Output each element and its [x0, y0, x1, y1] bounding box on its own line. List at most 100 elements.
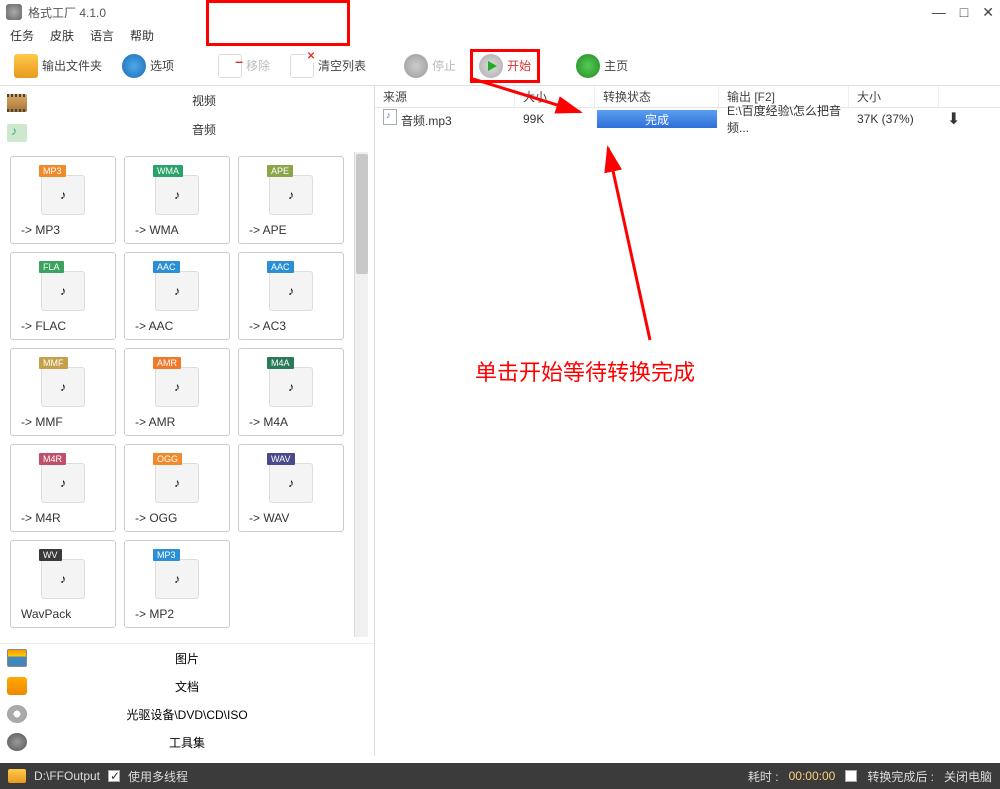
option-button[interactable]: 选项: [116, 51, 180, 81]
format-tile-wavpack[interactable]: WV♪WavPack: [10, 540, 116, 628]
col-size2[interactable]: 大小: [849, 86, 939, 107]
format-tile-ac3[interactable]: AAC♪-> AC3: [238, 252, 344, 340]
home-button[interactable]: 主页: [570, 51, 634, 81]
format-tile-mp2[interactable]: MP3♪-> MP2: [124, 540, 230, 628]
document-icon: [7, 677, 27, 695]
format-tile-wav[interactable]: WAV♪-> WAV: [238, 444, 344, 532]
format-tile-icon: ♪: [41, 271, 85, 311]
workspace: 视频 音频 MP3♪-> MP3WMA♪-> WMAAPE♪-> APEFLA♪…: [0, 86, 1000, 756]
tools-label: 工具集: [34, 734, 374, 751]
category-picture[interactable]: 图片: [0, 644, 374, 672]
category-disc[interactable]: 光驱设备\DVD\CD\ISO: [0, 700, 374, 728]
menu-language[interactable]: 语言: [90, 27, 114, 44]
format-tile-label: -> M4A: [239, 415, 288, 429]
folder-icon: [14, 54, 38, 78]
scrollbar-thumb[interactable]: [356, 154, 368, 274]
elapsed-label: 耗时 :: [748, 768, 779, 785]
minimize-button[interactable]: —: [932, 4, 946, 21]
after-checkbox[interactable]: [845, 770, 857, 782]
format-tile-icon: ♪: [155, 175, 199, 215]
format-tile-label: -> MP2: [125, 607, 174, 621]
format-tile-label: -> MMF: [11, 415, 63, 429]
download-arrow-icon[interactable]: ⬇: [939, 109, 959, 129]
multithread-checkbox[interactable]: ✓: [108, 770, 120, 782]
row-status: 完成: [597, 110, 717, 128]
picture-icon: [7, 649, 27, 667]
row-filename: 音频.mp3: [401, 114, 452, 128]
format-tile-icon: ♪: [269, 271, 313, 311]
format-tile-label: -> AC3: [239, 319, 286, 333]
menu-help[interactable]: 帮助: [130, 27, 154, 44]
maximize-button[interactable]: □: [960, 4, 968, 21]
option-label: 选项: [150, 57, 174, 74]
start-label: 开始: [507, 57, 531, 74]
clear-label: 清空列表: [318, 57, 366, 74]
window-controls: — □ ✕: [932, 4, 994, 21]
category-video[interactable]: 视频: [34, 86, 374, 115]
menu-skin[interactable]: 皮肤: [50, 27, 74, 44]
task-row[interactable]: 音频.mp3 99K 完成 E:\百度经验\怎么把音频... 37K (37%)…: [375, 108, 1000, 130]
format-tile-wma[interactable]: WMA♪-> WMA: [124, 156, 230, 244]
statusbar-folder-icon[interactable]: [8, 769, 26, 783]
format-tile-amr[interactable]: AMR♪-> AMR: [124, 348, 230, 436]
row-output: E:\百度经验\怎么把音频...: [719, 102, 849, 136]
format-tile-flac[interactable]: FLA♪-> FLAC: [10, 252, 116, 340]
format-tile-m4r[interactable]: M4R♪-> M4R: [10, 444, 116, 532]
stop-icon: [404, 54, 428, 78]
tools-icon: [7, 733, 27, 751]
format-tile-aac[interactable]: AAC♪-> AAC: [124, 252, 230, 340]
format-tile-m4a[interactable]: M4A♪-> M4A: [238, 348, 344, 436]
category-audio-icon[interactable]: [0, 120, 34, 146]
col-size[interactable]: 大小: [515, 86, 595, 107]
remove-button[interactable]: 移除: [212, 51, 276, 81]
format-tile-icon: ♪: [41, 175, 85, 215]
remove-label: 移除: [246, 57, 270, 74]
col-source[interactable]: 来源: [375, 86, 515, 107]
output-folder-button[interactable]: 输出文件夹: [8, 51, 108, 81]
titlebar: 格式工厂 4.1.0 — □ ✕: [0, 0, 1000, 24]
format-tile-label: -> AMR: [125, 415, 175, 429]
bottom-categories: 图片 文档 光驱设备\DVD\CD\ISO 工具集: [0, 643, 374, 756]
format-tile-icon: ♪: [269, 367, 313, 407]
close-button[interactable]: ✕: [982, 4, 994, 21]
disc-label: 光驱设备\DVD\CD\ISO: [34, 706, 374, 723]
after-value[interactable]: 关闭电脑: [944, 768, 992, 785]
toolbar: 输出文件夹 选项 移除 清空列表 停止 开始 主页: [0, 46, 1000, 86]
format-tile-icon: ♪: [155, 463, 199, 503]
task-list-header: 来源 大小 转换状态 输出 [F2] 大小: [375, 86, 1000, 108]
left-pane: 视频 音频 MP3♪-> MP3WMA♪-> WMAAPE♪-> APEFLA♪…: [0, 86, 375, 756]
file-icon: [383, 109, 397, 125]
format-tile-ogg[interactable]: OGG♪-> OGG: [124, 444, 230, 532]
scrollbar[interactable]: [354, 152, 368, 637]
category-tools[interactable]: 工具集: [0, 728, 374, 756]
category-audio[interactable]: 音频: [34, 115, 374, 144]
format-tile-label: -> AAC: [125, 319, 173, 333]
stop-button[interactable]: 停止: [398, 51, 462, 81]
col-status[interactable]: 转换状态: [595, 86, 719, 107]
format-tile-mmf[interactable]: MMF♪-> MMF: [10, 348, 116, 436]
app-icon: [6, 4, 22, 20]
annotation-text: 单击开始等待转换完成: [475, 355, 695, 387]
format-tile-icon: ♪: [155, 367, 199, 407]
start-button[interactable]: 开始: [470, 49, 540, 83]
clear-icon: [290, 54, 314, 78]
statusbar-path[interactable]: D:\FFOutput: [34, 769, 100, 783]
category-video-icon[interactable]: [0, 90, 34, 116]
format-tile-label: -> FLAC: [11, 319, 66, 333]
statusbar: D:\FFOutput ✓ 使用多线程 耗时 : 00:00:00 转换完成后 …: [0, 763, 1000, 789]
home-icon: [576, 54, 600, 78]
picture-label: 图片: [34, 650, 374, 667]
menu-task[interactable]: 任务: [10, 27, 34, 44]
format-tile-mp3[interactable]: MP3♪-> MP3: [10, 156, 116, 244]
elapsed-value: 00:00:00: [789, 769, 836, 783]
format-tile-label: WavPack: [11, 607, 71, 621]
format-tile-ape[interactable]: APE♪-> APE: [238, 156, 344, 244]
remove-icon: [218, 54, 242, 78]
play-icon: [479, 54, 503, 78]
clear-list-button[interactable]: 清空列表: [284, 51, 372, 81]
option-icon: [122, 54, 146, 78]
category-document[interactable]: 文档: [0, 672, 374, 700]
right-pane: 来源 大小 转换状态 输出 [F2] 大小 音频.mp3 99K 完成 E:\百…: [375, 86, 1000, 756]
format-tile-label: -> WAV: [239, 511, 289, 525]
format-tile-label: -> APE: [239, 223, 287, 237]
